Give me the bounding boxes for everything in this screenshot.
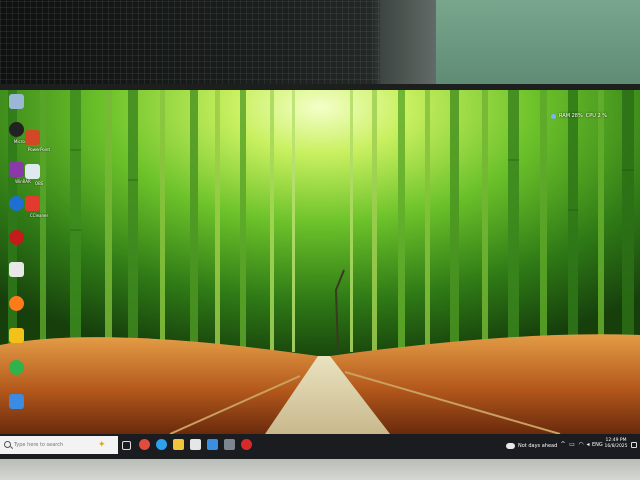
desktop-icon-recycle-bin[interactable] — [2, 92, 36, 122]
settings-icon[interactable] — [224, 439, 235, 450]
system-monitor-widget[interactable]: RAM 28% CPU 2 % — [551, 111, 607, 121]
clock-date: 16/8/2025 — [604, 444, 628, 449]
powerpoint-icon — [25, 130, 40, 145]
weather-widget[interactable]: Not days ahead — [506, 441, 557, 451]
monitor-bottom-edge — [0, 459, 640, 480]
search-highlight-icon[interactable]: ✦ — [98, 440, 106, 450]
document-icon — [9, 262, 24, 277]
desktop-icon-green[interactable] — [2, 358, 36, 388]
desktop-icon-white[interactable] — [2, 392, 36, 422]
store-icon[interactable] — [190, 439, 201, 450]
media-icon[interactable] — [241, 439, 252, 450]
monitor-icon — [551, 113, 556, 119]
app-blue-icon — [9, 196, 24, 211]
edge-icon[interactable] — [156, 439, 167, 450]
recycle-bin-icon — [9, 94, 24, 109]
desktop-icon-label: PowerPoint — [27, 147, 51, 152]
left-grass — [0, 337, 318, 434]
search-icon — [4, 441, 11, 448]
volume-icon[interactable]: ◂ — [585, 441, 591, 448]
language-indicator[interactable]: ENG — [592, 442, 603, 448]
desktop-icon-label: OBS — [34, 181, 44, 186]
background-wall — [0, 0, 640, 88]
desktop-icon-yellow[interactable] — [2, 326, 36, 356]
desktop-icons: Microsoft PowerPoint WinRAR OBS CCleaner — [0, 90, 50, 434]
notification-icon[interactable] — [631, 442, 637, 448]
taskbar: ✦ Not days ahead ^ ▭ ◠ ◂ ENG 12:49 PM 16… — [0, 434, 640, 458]
mail-icon[interactable] — [207, 439, 218, 450]
bamboo-forest-wallpaper — [0, 90, 640, 434]
weather-text: Not days ahead — [518, 443, 558, 449]
file-explorer-icon[interactable] — [173, 439, 184, 450]
app-yellow-icon — [9, 328, 24, 343]
ram-usage: RAM 28% — [559, 113, 583, 119]
desktop-icon-blue[interactable] — [2, 194, 36, 224]
taskbar-search-box[interactable]: ✦ — [0, 436, 118, 454]
chevron-up-icon[interactable]: ^ — [560, 441, 566, 448]
desktop-icon-firefox[interactable] — [2, 294, 36, 324]
cloud-icon — [506, 443, 515, 449]
monitor-screen: Microsoft PowerPoint WinRAR OBS CCleaner — [0, 90, 640, 458]
app-red-icon — [9, 230, 24, 245]
green-wall-panel — [436, 0, 640, 86]
battery-icon[interactable]: ▭ — [569, 441, 575, 448]
desktop-icon-doc[interactable] — [2, 260, 36, 290]
task-view-icon[interactable] — [122, 441, 131, 450]
chrome-icon[interactable] — [139, 439, 150, 450]
desktop-icon-obs[interactable]: OBS — [18, 162, 52, 192]
app-white-icon — [9, 394, 24, 409]
obs-icon — [25, 164, 40, 179]
firefox-icon — [9, 296, 24, 311]
taskbar-clock[interactable]: 12:49 PM 16/8/2025 — [603, 438, 629, 450]
wall-pillar — [380, 0, 436, 86]
wifi-icon[interactable]: ◠ — [578, 441, 584, 448]
desktop-icon-powerpoint[interactable]: PowerPoint — [18, 128, 52, 158]
cpu-usage: CPU 2 % — [585, 113, 607, 119]
desktop-icon-red[interactable] — [2, 228, 36, 258]
app-green-icon — [9, 360, 24, 375]
wire-mesh — [0, 0, 385, 86]
search-input[interactable] — [14, 438, 92, 452]
